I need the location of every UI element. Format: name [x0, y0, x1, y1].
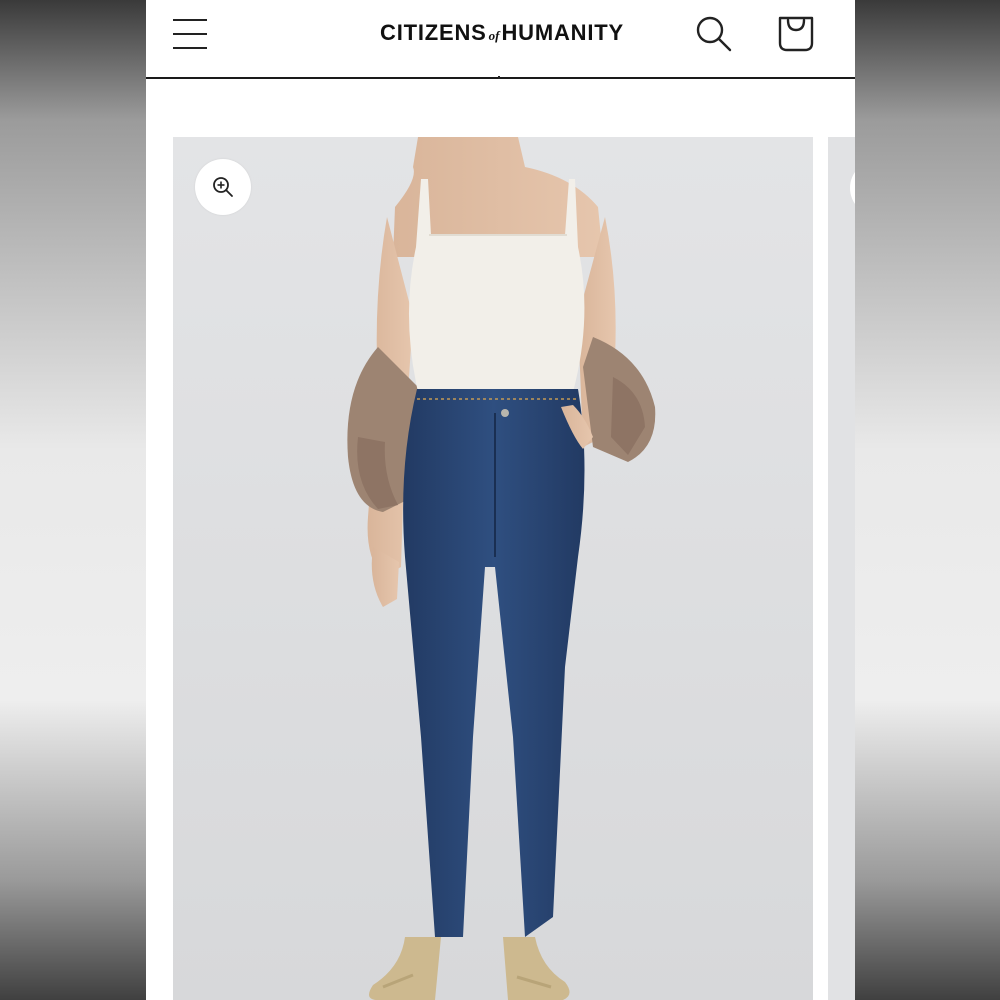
next-product-image-slide[interactable] [828, 137, 855, 1000]
background-right [855, 0, 1000, 1000]
product-photo [347, 137, 656, 1000]
logo-text-citizens: CITIZENS [380, 20, 487, 45]
site-header: CITIZENS of HUMANITY [146, 0, 855, 79]
search-icon [696, 16, 732, 52]
product-image-slide[interactable] [173, 137, 813, 1000]
zoom-button[interactable] [195, 159, 251, 215]
shopping-bag-icon [778, 16, 814, 52]
mobile-page: CITIZENS of HUMANITY [146, 0, 855, 1000]
background-left [0, 0, 146, 1000]
zoom-in-icon [213, 177, 233, 197]
header-divider-mark [498, 76, 500, 79]
menu-button[interactable] [170, 14, 210, 54]
search-button[interactable] [694, 14, 734, 54]
brand-logo[interactable]: CITIZENS of HUMANITY [367, 20, 637, 50]
logo-text-of: of [488, 28, 500, 43]
logo-text-humanity: HUMANITY [501, 20, 624, 45]
cart-button[interactable] [774, 12, 818, 56]
next-slide-zoom-button[interactable] [850, 160, 855, 216]
